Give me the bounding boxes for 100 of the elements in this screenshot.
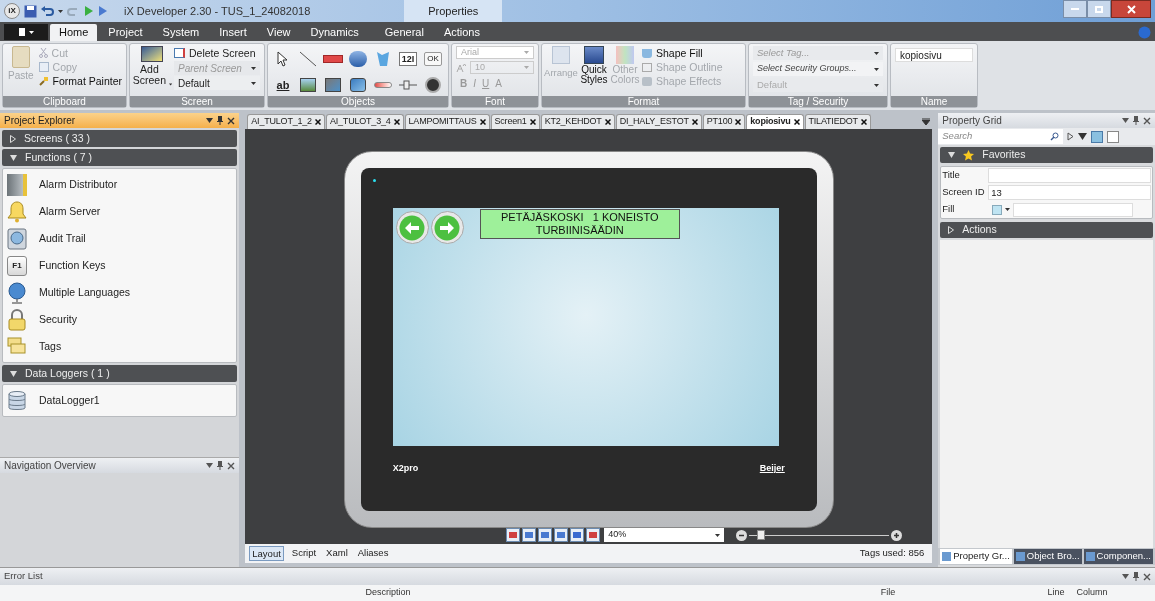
close-icon[interactable] xyxy=(1143,116,1151,125)
close-icon[interactable] xyxy=(529,119,536,125)
undo-icon[interactable] xyxy=(41,5,54,17)
view-tool-icon[interactable] xyxy=(522,528,537,542)
maximize-button[interactable] xyxy=(1087,0,1111,18)
section-header[interactable]: Functions ( 7 ) xyxy=(2,149,238,166)
file-menu-button[interactable] xyxy=(4,24,48,40)
section-header[interactable]: Screens ( 33 ) xyxy=(2,130,238,147)
function-item[interactable]: Alarm Server xyxy=(3,198,237,225)
play-icon[interactable] xyxy=(1067,132,1075,141)
section-header[interactable]: Actions xyxy=(940,222,1153,238)
quick-styles-button[interactable]: Quick Styles xyxy=(580,46,608,96)
function-item[interactable]: Audit Trail xyxy=(3,225,237,252)
pin-icon[interactable] xyxy=(217,461,224,470)
editor-tab[interactable]: Aliases xyxy=(355,546,391,561)
column-header[interactable]: Description xyxy=(38,586,738,600)
add-screen-button[interactable]: Add Screen xyxy=(134,46,170,96)
document-tab[interactable]: AI_TULOT_3_4 xyxy=(325,114,404,129)
security-groups-dropdown[interactable]: Select Security Groups... xyxy=(753,62,883,76)
document-tab[interactable]: LAMPOMITTAUS xyxy=(404,114,490,129)
media-icon[interactable] xyxy=(325,78,341,92)
zoom-in-icon[interactable] xyxy=(891,529,903,541)
list-view-icon[interactable] xyxy=(1107,130,1120,143)
pin-icon[interactable] xyxy=(217,116,224,125)
collapsed-arrow-icon[interactable] xyxy=(948,226,955,234)
close-icon[interactable] xyxy=(1143,572,1151,581)
view-tool-icon[interactable] xyxy=(586,528,601,542)
close-icon[interactable] xyxy=(735,119,742,125)
document-tab[interactable]: AI_TULOT_1_2 xyxy=(247,114,325,129)
pointer-icon[interactable] xyxy=(277,51,289,67)
search-field[interactable]: Search xyxy=(938,129,1064,144)
slider-thumb[interactable] xyxy=(757,530,766,540)
document-tab[interactable]: PT100 xyxy=(702,114,746,129)
view-tool-icon[interactable] xyxy=(538,528,553,542)
section-header[interactable]: Favorites xyxy=(940,147,1153,163)
expanded-arrow-icon[interactable] xyxy=(948,152,956,158)
section-header[interactable]: Data Loggers ( 1 ) xyxy=(2,365,238,382)
format-painter-button[interactable]: Format Painter xyxy=(38,74,122,88)
close-icon[interactable] xyxy=(314,119,321,125)
expanded-arrow-icon[interactable] xyxy=(10,370,17,377)
view-tool-icon[interactable] xyxy=(506,528,521,542)
dropdown-icon[interactable] xyxy=(1122,118,1129,123)
function-item[interactable]: Tags xyxy=(3,333,237,360)
view-tool-icon[interactable] xyxy=(554,528,569,542)
document-tab[interactable]: Screen1 xyxy=(490,114,540,129)
close-icon[interactable] xyxy=(691,119,698,125)
column-header[interactable]: File xyxy=(738,586,1038,600)
color-swatch-button[interactable] xyxy=(992,204,1003,215)
editor-tab[interactable]: Script xyxy=(289,546,319,561)
document-tab[interactable]: DI_HALY_ESTOT xyxy=(615,114,702,129)
panel-tab[interactable]: Object Bro... xyxy=(1013,549,1082,564)
numeric-field-icon[interactable]: 12I xyxy=(398,52,418,66)
property-field[interactable]: 13 xyxy=(988,185,1151,200)
ribbon-tab[interactable]: View xyxy=(257,24,300,41)
zoom-slider[interactable] xyxy=(749,530,890,540)
close-icon[interactable] xyxy=(227,461,236,470)
ribbon-tab[interactable]: Dynamics xyxy=(301,24,368,41)
save-icon[interactable] xyxy=(24,4,37,18)
close-icon[interactable] xyxy=(227,116,236,125)
editor-tab[interactable]: Layout xyxy=(249,546,284,561)
close-icon[interactable] xyxy=(860,119,867,125)
minimize-button[interactable] xyxy=(1063,0,1087,18)
pin-icon[interactable] xyxy=(1133,116,1139,125)
ribbon-tab[interactable]: Project xyxy=(99,24,152,41)
editor-tab[interactable]: Xaml xyxy=(324,546,350,561)
expanded-arrow-icon[interactable] xyxy=(10,154,17,161)
gauge-icon[interactable] xyxy=(425,77,441,93)
view-tool-icon[interactable] xyxy=(570,528,585,542)
name-field[interactable]: kopiosivu xyxy=(895,48,973,62)
style-dropdown[interactable]: Default xyxy=(174,76,260,90)
function-item[interactable]: F1 Function Keys xyxy=(3,252,237,279)
slider-icon[interactable] xyxy=(399,80,417,90)
linear-meter-icon[interactable] xyxy=(374,82,392,88)
function-item[interactable]: DataLogger1 xyxy=(3,387,237,414)
line-icon[interactable] xyxy=(299,51,317,67)
document-tab[interactable]: kopiosivu xyxy=(746,114,804,129)
close-icon[interactable] xyxy=(604,119,611,125)
categorized-icon[interactable] xyxy=(1091,130,1104,143)
pin-icon[interactable] xyxy=(1133,572,1139,581)
dropdown-icon[interactable] xyxy=(206,463,214,468)
ribbon-tab[interactable]: Actions xyxy=(434,24,489,41)
collapsed-arrow-icon[interactable] xyxy=(10,134,16,143)
button-tool-icon[interactable]: OK xyxy=(424,52,442,66)
document-tab[interactable]: TILATIEDOT xyxy=(804,114,871,129)
panel-tab[interactable]: Property Gr... xyxy=(940,549,1012,564)
close-icon[interactable] xyxy=(793,119,800,125)
ribbon-tab[interactable]: Home xyxy=(50,24,98,41)
text-tool-icon[interactable]: ab xyxy=(276,78,290,92)
ribbon-tab[interactable]: General xyxy=(375,24,433,41)
dropdown-icon[interactable] xyxy=(1122,574,1129,579)
property-field[interactable] xyxy=(1013,202,1134,217)
zoom-dropdown[interactable]: 40% xyxy=(604,528,725,542)
property-field[interactable] xyxy=(988,168,1151,183)
close-icon[interactable] xyxy=(393,119,400,125)
ribbon-tab[interactable]: Insert xyxy=(210,24,256,41)
tab-overflow-icon[interactable] xyxy=(922,118,931,125)
document-tab[interactable]: KT2_KEHDOT xyxy=(540,114,615,129)
panel-tab[interactable]: Componen... xyxy=(1083,549,1153,564)
zoom-out-icon[interactable] xyxy=(736,529,748,541)
close-button[interactable] xyxy=(1111,0,1151,18)
